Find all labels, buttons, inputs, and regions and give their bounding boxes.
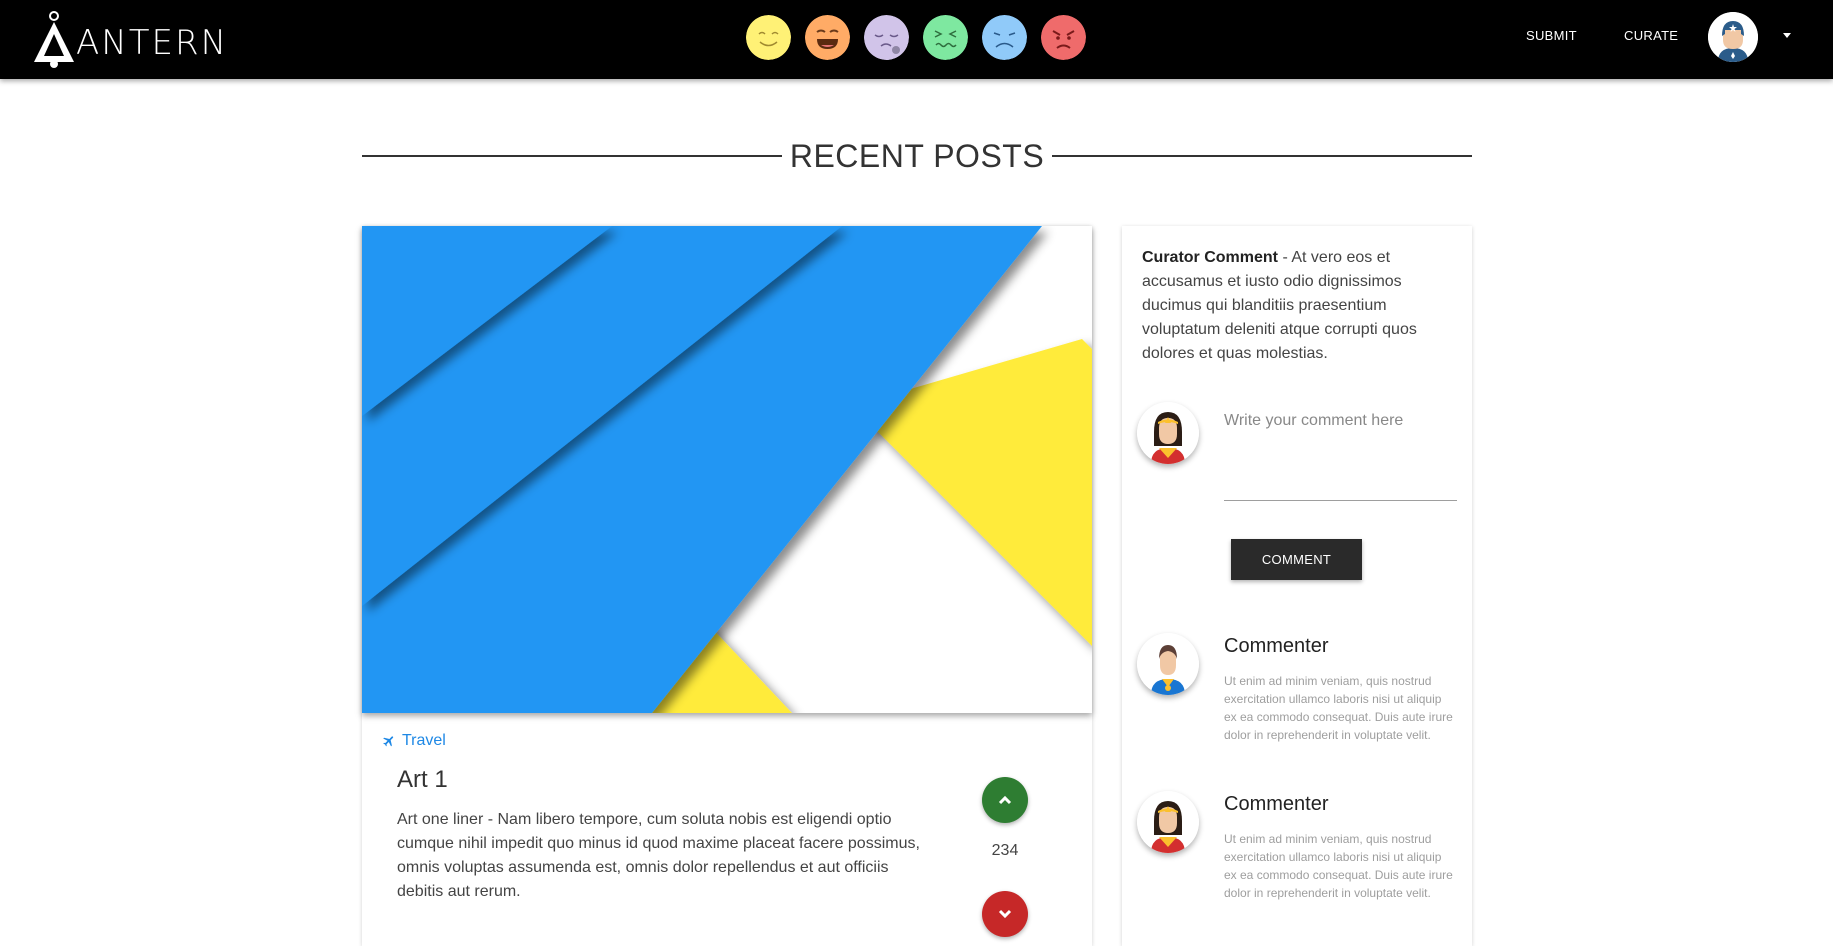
divider — [362, 155, 782, 157]
commenter-avatar — [1137, 633, 1199, 695]
captain-avatar-icon — [1708, 12, 1758, 62]
divider — [1052, 155, 1472, 157]
laughing-face-icon[interactable] — [805, 15, 850, 60]
commenter-name: Commenter — [1224, 635, 1329, 657]
post-description: Art one liner - Nam libero tempore, cum … — [397, 811, 920, 900]
post-card: Travel Art 1 Art one liner - Nam libero … — [362, 226, 1092, 946]
wonder-woman-avatar-icon — [1137, 402, 1199, 464]
curate-link[interactable]: CURATE — [1624, 28, 1678, 43]
curator-comment: Curator Comment - At vero eos et accusam… — [1142, 246, 1442, 366]
curator-label: Curator Comment — [1142, 249, 1279, 266]
chevron-up-icon — [998, 795, 1012, 805]
commenter-avatar — [1137, 791, 1199, 853]
downvote-button[interactable] — [982, 891, 1028, 937]
logo[interactable]: ANTERN — [30, 10, 228, 68]
upvote-button[interactable] — [982, 777, 1028, 823]
top-navbar: ANTERN SUBMIT CURATE — [0, 0, 1833, 79]
post-category-link[interactable]: Travel — [382, 732, 446, 750]
comments-panel: Curator Comment - At vero eos et accusam… — [1122, 226, 1472, 946]
account-dropdown-caret-icon[interactable] — [1783, 33, 1791, 38]
section-header: RECENT POSTS — [362, 136, 1472, 176]
airplane-icon — [383, 736, 394, 747]
sleepy-face-icon[interactable] — [864, 15, 909, 60]
user-avatar[interactable] — [1708, 12, 1758, 62]
commenter-name: Commenter — [1224, 793, 1329, 815]
logo-text: ANTERN — [76, 23, 229, 63]
sad-face-icon[interactable] — [982, 15, 1027, 60]
post-title[interactable]: Art 1 — [397, 766, 448, 794]
hero-man-avatar-icon — [1137, 633, 1199, 695]
post-image[interactable] — [362, 226, 1092, 713]
comment-input[interactable] — [1224, 412, 1457, 501]
material-abstract-image — [362, 226, 1092, 713]
submit-link[interactable]: SUBMIT — [1526, 28, 1577, 43]
sick-face-icon[interactable] — [923, 15, 968, 60]
emotion-filter-bar — [746, 15, 1086, 60]
angry-face-icon[interactable] — [1041, 15, 1086, 60]
happy-face-icon[interactable] — [746, 15, 791, 60]
lantern-logo-icon — [34, 11, 74, 68]
comment-button[interactable]: COMMENT — [1231, 539, 1362, 580]
current-user-avatar — [1137, 402, 1199, 464]
vote-count: 234 — [991, 842, 1019, 859]
category-label: Travel — [402, 732, 446, 749]
section-title: RECENT POSTS — [789, 137, 1045, 174]
comment-text: Ut enim ad minim veniam, quis nostrud ex… — [1224, 832, 1453, 900]
wonder-woman-avatar-icon — [1137, 791, 1199, 853]
comment-text: Ut enim ad minim veniam, quis nostrud ex… — [1224, 674, 1453, 742]
